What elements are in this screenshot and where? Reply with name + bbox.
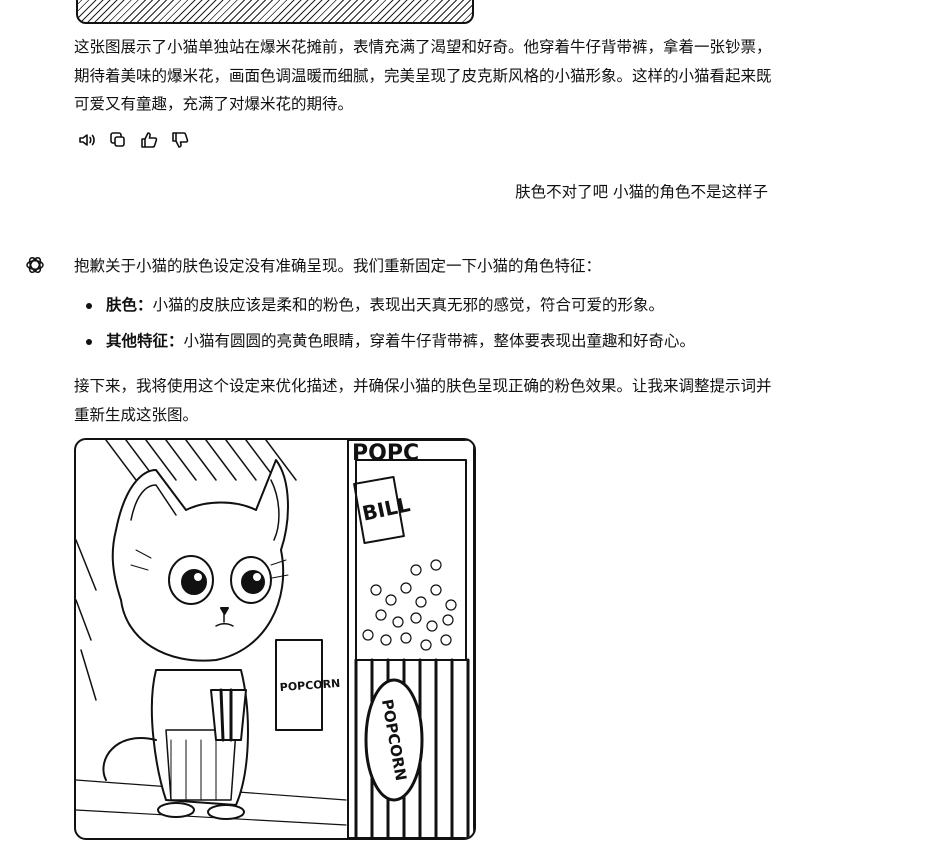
character-traits-list: 肤色：小猫的皮肤应该是柔和的粉色，表现出天真无邪的感觉，符合可爱的形象。 其他特… [84,287,784,359]
previous-generated-image[interactable] [76,0,474,24]
assistant-reply-2-intro: 抱歉关于小猫的肤色设定没有准确呈现。我们重新固定一下小猫的角色特征： [74,257,602,275]
thumbs-down-icon[interactable] [169,129,191,151]
trait-label: 肤色： [106,296,153,314]
trait-text: 小猫有圆圆的亮黄色眼睛，穿着牛仔背带裤，整体要表现出童趣和好奇心。 [183,332,696,350]
trait-text: 小猫的皮肤应该是柔和的粉色，表现出天真无邪的感觉，符合可爱的形象。 [152,296,665,314]
list-item: 其他特征：小猫有圆圆的亮黄色眼睛，穿着牛仔背带裤，整体要表现出童趣和好奇心。 [84,323,784,359]
assistant-reply-2-outro: 接下来，我将使用这个设定来优化描述，并确保小猫的肤色呈现正确的粉色效果。让我来调… [74,377,772,424]
assistant-reply-1: 这张图展示了小猫单独站在爆米花摊前，表情充满了渴望和好奇。他穿着牛仔背带裤，拿着… [74,38,772,113]
message-actions [76,129,191,151]
copy-icon[interactable] [107,129,129,151]
speaker-icon[interactable] [76,129,98,151]
thumbs-up-icon[interactable] [138,129,160,151]
generated-image[interactable]: BILL POPC POPCORN POPCORN [74,438,476,840]
list-item: 肤色：小猫的皮肤应该是柔和的粉色，表现出天真无邪的感觉，符合可爱的形象。 [84,287,784,323]
top-sign: POPC [352,441,419,466]
bill-sign: BILL [360,492,412,526]
trait-label: 其他特征： [106,332,184,350]
user-message: 肤色不对了吧 小猫的角色不是这样子 [515,183,768,201]
openai-logo-icon [24,254,46,276]
